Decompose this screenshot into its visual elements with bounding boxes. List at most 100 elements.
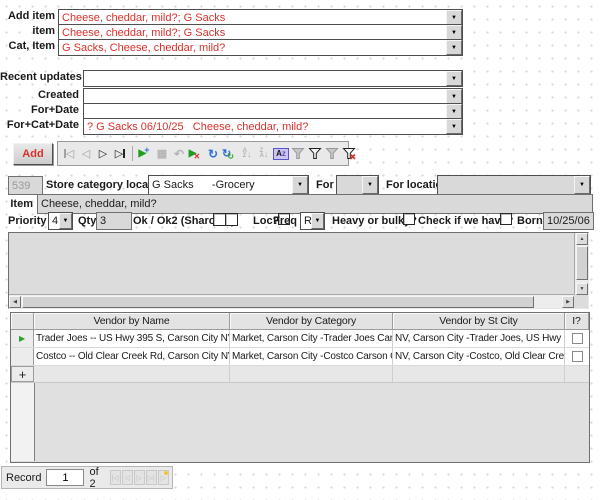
autofilter-icon[interactable] <box>291 145 305 162</box>
column-header-vendor-stcity[interactable]: Vendor by St City <box>393 313 565 330</box>
scroll-up-icon[interactable]: ▲ <box>576 233 588 245</box>
next-record-icon[interactable]: ▷ <box>96 145 110 162</box>
chevron-down-icon[interactable]: ▼ <box>446 119 462 134</box>
for-cat-date-label: For+Cat+Date <box>6 119 79 131</box>
add-item-label: Add item <box>7 10 55 22</box>
cell-vendor-stcity[interactable]: NV, Carson City -Trader Joes, US Hwy 395 <box>393 330 565 347</box>
sort-descending-icon[interactable]: Z A ↓ <box>257 145 271 162</box>
chevron-down-icon[interactable]: ▼ <box>446 25 462 40</box>
current-record-marker: ▶ <box>18 334 25 343</box>
cell-vendor-name[interactable]: Costco -- Old Clear Creek Rd, Carson Cit… <box>34 348 230 365</box>
previous-record-button[interactable]: ◁ <box>121 470 133 485</box>
for-cat-date-combobox[interactable]: ? G Sacks 06/10/25 Cheese, cheddar, mild… <box>83 118 463 135</box>
i-checkbox[interactable] <box>571 351 583 362</box>
last-record-icon[interactable]: ▷ <box>113 145 127 162</box>
column-header-vendor-name[interactable]: Vendor by Name <box>34 313 230 330</box>
new-record-row[interactable]: + <box>11 366 589 383</box>
vertical-scrollbar[interactable]: ▲ ▼ <box>574 233 588 295</box>
for-date-label: For+Date <box>31 104 79 116</box>
vendor-table-body: ▶ Trader Joes -- US Hwy 395 S, Carson Ci… <box>11 330 589 366</box>
delete-record-icon[interactable]: ▶ ✕ <box>189 145 203 162</box>
chevron-down-icon[interactable]: ▼ <box>362 176 378 194</box>
heavy-checkbox[interactable] <box>403 213 415 225</box>
cell-vendor-name[interactable]: Trader Joes -- US Hwy 395 S, Carson City… <box>34 330 230 347</box>
empty-cell <box>565 366 589 382</box>
chevron-down-icon[interactable]: ▼ <box>446 10 462 25</box>
refresh-control-icon[interactable]: ↻ ↻ <box>222 145 237 162</box>
cell-vendor-category[interactable]: Market, Carson City -Trader Joes Cars <box>230 330 393 347</box>
scroll-down-icon[interactable]: ▼ <box>576 283 588 295</box>
row-selector[interactable]: ▶ <box>11 330 34 347</box>
for-location-combobox[interactable]: ▼ <box>437 175 591 195</box>
store-category-combobox[interactable]: G Sacks -Grocery ▼ <box>148 175 309 195</box>
chevron-down-icon[interactable]: ▼ <box>292 176 308 194</box>
for-combobox[interactable]: ▼ <box>336 175 379 195</box>
add-button[interactable]: Add <box>13 143 53 165</box>
notes-textarea[interactable]: ▲ ▼ ◀ ▶ <box>8 232 589 309</box>
freq-combobox[interactable]: R ▼ <box>300 212 325 230</box>
reset-filter-icon[interactable] <box>342 145 356 162</box>
record-nav-buttons: |◁ ◁ ▷ ▷| ▷ <box>109 470 169 485</box>
qty-field[interactable]: 3 <box>96 212 132 230</box>
sort-icon[interactable]: Az <box>273 145 289 162</box>
recent-updates-combobox[interactable]: ▼ <box>83 70 463 87</box>
cell-i-flag[interactable] <box>565 348 589 365</box>
chevron-down-icon[interactable]: ▼ <box>446 89 462 104</box>
filter-icon[interactable] <box>308 145 322 162</box>
new-record-plus[interactable]: + <box>11 366 34 382</box>
undo-icon[interactable]: ↶ <box>172 145 186 162</box>
i-checkbox[interactable] <box>571 333 583 344</box>
horizontal-scroll-thumb[interactable] <box>22 296 534 308</box>
scroll-left-icon[interactable]: ◀ <box>9 296 21 308</box>
empty-cell <box>230 366 393 382</box>
row-selector-strip <box>11 383 35 461</box>
born-field[interactable]: 10/25/06 <box>543 212 594 230</box>
horizontal-scrollbar[interactable]: ◀ ▶ <box>9 294 574 308</box>
new-record-button[interactable]: ▷ <box>157 470 169 485</box>
form-navigation-toolbar: ◁ ◁ ▷ ▷ ▶ + ▦ ↶ ▶ ✕ ↻ ↻ ↻ A Z ↓ Z A ↓ Az <box>57 141 356 166</box>
table-row[interactable]: Costco -- Old Clear Creek Rd, Carson Cit… <box>11 348 589 366</box>
cat-item-label: Cat, Item <box>8 40 55 52</box>
base-form-window: Add item Cheese, cheddar, mild?; G Sacks… <box>0 0 601 500</box>
cat-item-combobox[interactable]: G Sacks, Cheese, cheddar, mild? ▼ <box>58 39 463 56</box>
column-header-vendor-category[interactable]: Vendor by Category <box>230 313 393 330</box>
record-label: Record <box>6 471 42 484</box>
item-field[interactable]: Cheese, cheddar, mild? <box>37 194 593 214</box>
add-item-value: Cheese, cheddar, mild?; G Sacks <box>62 11 226 24</box>
row-selector[interactable] <box>11 348 34 365</box>
scroll-right-icon[interactable]: ▶ <box>562 296 574 308</box>
row-selector-header[interactable] <box>11 313 34 330</box>
new-record-icon[interactable]: ▶ + <box>138 145 152 162</box>
toolbar-separator <box>132 146 133 161</box>
ok2-checkbox[interactable] <box>225 213 238 226</box>
next-record-button[interactable]: ▷ <box>133 470 145 485</box>
priority-combobox[interactable]: 4 ▼ <box>48 212 73 230</box>
chevron-down-icon[interactable]: ▼ <box>446 71 462 86</box>
chevron-down-icon[interactable]: ▼ <box>574 176 590 194</box>
table-row[interactable]: ▶ Trader Joes -- US Hwy 395 S, Carson Ci… <box>11 330 589 348</box>
previous-record-icon[interactable]: ◁ <box>79 145 93 162</box>
cell-vendor-stcity[interactable]: NV, Carson City -Costco, Old Clear Creek… <box>393 348 565 365</box>
chevron-down-icon[interactable]: ▼ <box>446 104 462 119</box>
store-category-location-label: Store category location <box>46 179 169 191</box>
record-number-input[interactable] <box>46 469 85 486</box>
cell-i-flag[interactable] <box>565 330 589 347</box>
cat-item-value: G Sacks, Cheese, cheddar, mild? <box>62 41 226 54</box>
for-cat-date-value: ? G Sacks 06/10/25 Cheese, cheddar, mild… <box>87 120 309 133</box>
last-record-button[interactable]: ▷| <box>145 470 157 485</box>
vertical-scroll-thumb[interactable] <box>576 246 588 280</box>
chevron-down-icon[interactable]: ▼ <box>446 40 462 55</box>
first-record-button[interactable]: |◁ <box>109 470 121 485</box>
empty-cell <box>393 366 565 382</box>
record-id-field: 539 <box>8 176 43 195</box>
check-if-we-have-checkbox[interactable] <box>500 213 512 225</box>
chevron-down-icon[interactable]: ▼ <box>59 213 72 229</box>
chevron-down-icon[interactable]: ▼ <box>311 213 324 229</box>
first-record-icon[interactable]: ◁ <box>62 145 76 162</box>
refresh-icon[interactable]: ↻ <box>206 145 220 162</box>
cell-vendor-category[interactable]: Market, Carson City -Costco Carson C <box>230 348 393 365</box>
apply-filter-icon[interactable] <box>325 145 339 162</box>
column-header-i-flag[interactable]: I? <box>565 313 589 330</box>
sort-ascending-icon[interactable]: A Z ↓ <box>240 145 254 162</box>
save-record-icon[interactable]: ▦ <box>155 145 169 162</box>
